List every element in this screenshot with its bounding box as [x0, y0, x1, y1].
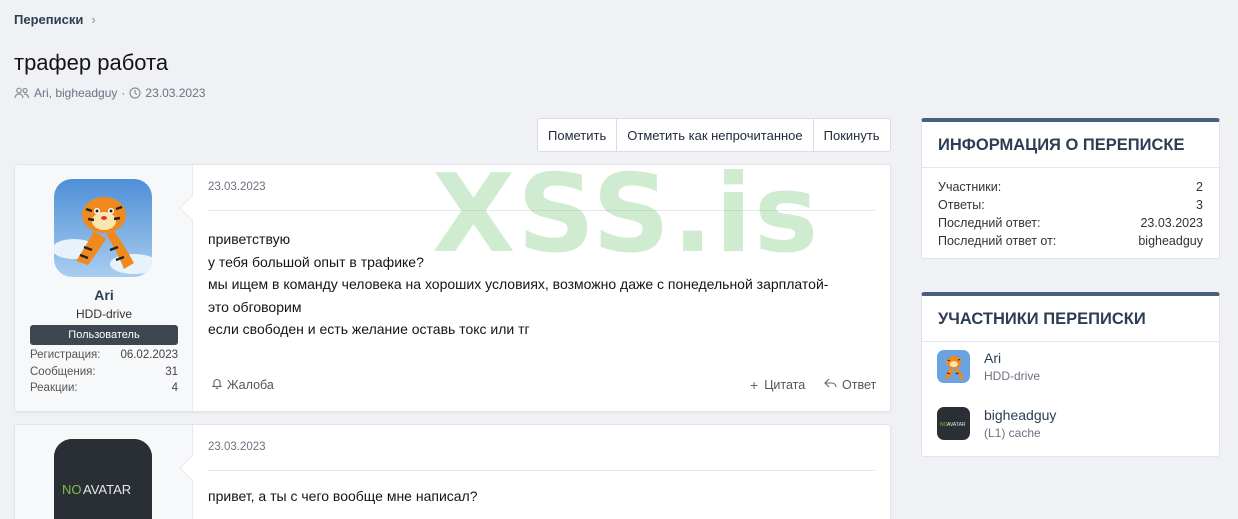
report-link[interactable]: Жалоба: [211, 377, 274, 392]
stat-value: 06.02.2023: [120, 349, 178, 361]
info-rows: Участники: 2 Ответы: 3 Последний ответ: 23.…: [922, 168, 1219, 258]
chevron-right-icon: ›: [91, 12, 96, 27]
divider: [208, 210, 875, 211]
post-username[interactable]: Ari: [15, 287, 193, 303]
mark-button[interactable]: Пометить: [538, 119, 618, 151]
avatar[interactable]: NO AVATAR: [937, 407, 970, 440]
info-label: Участники:: [938, 180, 1002, 194]
reply-icon: [824, 377, 838, 392]
conversation-info-box: ИНФОРМАЦИЯ О ПЕРЕПИСКЕ Участники: 2 Ответ…: [921, 118, 1220, 259]
message-post: NO AVATAR 23.03.2023 привет, а ты с чего…: [14, 424, 891, 519]
participant-name[interactable]: bigheadguy: [984, 399, 1219, 423]
info-row: Последний ответ от: bigheadguy: [938, 232, 1203, 250]
post-line: это обговорим: [208, 298, 302, 315]
participant-title: (L1) cache: [984, 426, 1041, 440]
avatar-text-avatar: AVATAR: [83, 482, 131, 497]
avatar[interactable]: [54, 179, 152, 277]
quote-label[interactable]: Цитата: [764, 378, 805, 392]
info-row: Участники: 2: [938, 178, 1203, 196]
info-value: 3: [1196, 198, 1203, 212]
avatar-text-avatar: AVATAR: [947, 422, 966, 428]
post-line: приветствую: [208, 231, 291, 247]
breadcrumb[interactable]: Переписки ›: [14, 12, 96, 27]
page-title: трафер работа: [14, 50, 169, 75]
post-line: если свободен и есть желание оставь токс…: [208, 321, 530, 337]
thread-participants[interactable]: Ari, bigheadguy: [34, 86, 117, 100]
stat-label: Сообщения:: [30, 365, 96, 378]
reply-label[interactable]: Ответ: [842, 378, 876, 392]
bell-icon: [211, 377, 223, 392]
info-row: Последний ответ: 23.03.2023: [938, 214, 1203, 232]
meta-separator: ·: [121, 86, 126, 100]
post-user-column: NO AVATAR: [15, 425, 193, 519]
reply-button[interactable]: Ответ: [824, 377, 876, 392]
stat-label: Регистрация:: [30, 349, 101, 361]
user-stats: Регистрация: 06.02.2023 Сообщения: 31 Реак…: [30, 349, 178, 399]
plus-icon: +: [750, 377, 759, 393]
participant-item[interactable]: NO AVATAR bigheadguy (L1) cache: [922, 399, 1219, 456]
clock-icon: [129, 87, 141, 99]
info-value: 23.03.2023: [1140, 216, 1203, 230]
role-badge: Пользователь: [30, 325, 178, 345]
participants-box-title: УЧАСТНИКИ ПЕРЕПИСКИ: [922, 296, 1219, 342]
post-date[interactable]: 23.03.2023: [208, 441, 875, 453]
participant-title: HDD-drive: [984, 369, 1041, 383]
participants-box: УЧАСТНИКИ ПЕРЕПИСКИ Ari HDD-drive NO AVA…: [921, 292, 1220, 457]
thread-date[interactable]: 23.03.2023: [145, 86, 205, 100]
stat-value: 4: [171, 382, 178, 394]
mark-unread-button[interactable]: Отметить как непрочитанное: [617, 119, 814, 151]
post-body: привет, а ты с чего вообще мне написал?: [208, 485, 875, 508]
avatar[interactable]: NO AVATAR: [54, 439, 152, 519]
stat-row: Сообщения: 31: [30, 366, 178, 383]
stat-value[interactable]: 31: [165, 366, 178, 383]
post-content: 23.03.2023 приветствую у тебя большой оп…: [208, 181, 875, 341]
info-label: Последний ответ:: [938, 216, 1041, 230]
thread-meta: Ari, bigheadguy · 23.03.2023: [14, 86, 205, 100]
conversation-toolbar: Пометить Отметить как непрочитанное Поки…: [537, 118, 891, 152]
info-value[interactable]: bigheadguy: [1138, 234, 1203, 248]
stat-row: Регистрация: 06.02.2023: [30, 349, 178, 366]
message-post: Ari HDD-drive Пользователь Регистрация: 0…: [14, 164, 891, 412]
participant-item[interactable]: Ari HDD-drive: [922, 342, 1219, 399]
post-user-title: HDD-drive: [75, 307, 132, 321]
info-value: 2: [1196, 180, 1203, 194]
avatar-text-no: NO: [62, 482, 82, 497]
post-body: приветствую у тебя большой опыт в трафик…: [208, 228, 875, 341]
info-label: Последний ответ от:: [938, 234, 1057, 248]
avatar[interactable]: [937, 350, 970, 383]
info-label: Ответы:: [938, 198, 985, 212]
leave-button[interactable]: Покинуть: [814, 119, 890, 151]
users-icon: [14, 87, 30, 99]
post-content: 23.03.2023 привет, а ты с чего вообще мн…: [208, 441, 875, 508]
post-line: мы ищем в команду человека на хороших ус…: [208, 276, 829, 292]
divider: [208, 470, 875, 471]
post-line: у тебя большой опыт в трафике?: [208, 253, 424, 270]
quote-button[interactable]: + Цитата: [750, 377, 805, 393]
report-label[interactable]: Жалоба: [227, 378, 274, 392]
stat-row: Реакции: 4: [30, 382, 178, 399]
breadcrumb-conversations[interactable]: Переписки: [14, 12, 83, 27]
info-row: Ответы: 3: [938, 196, 1203, 214]
post-user-column: Ari HDD-drive Пользователь Регистрация: 0…: [15, 165, 193, 411]
participant-name[interactable]: Ari: [984, 342, 1219, 366]
post-line: привет, а ты с чего вообще мне написал?: [208, 488, 478, 504]
stat-label: Реакции:: [30, 382, 78, 394]
info-box-title: ИНФОРМАЦИЯ О ПЕРЕПИСКЕ: [922, 122, 1219, 168]
post-date[interactable]: 23.03.2023: [208, 181, 875, 193]
